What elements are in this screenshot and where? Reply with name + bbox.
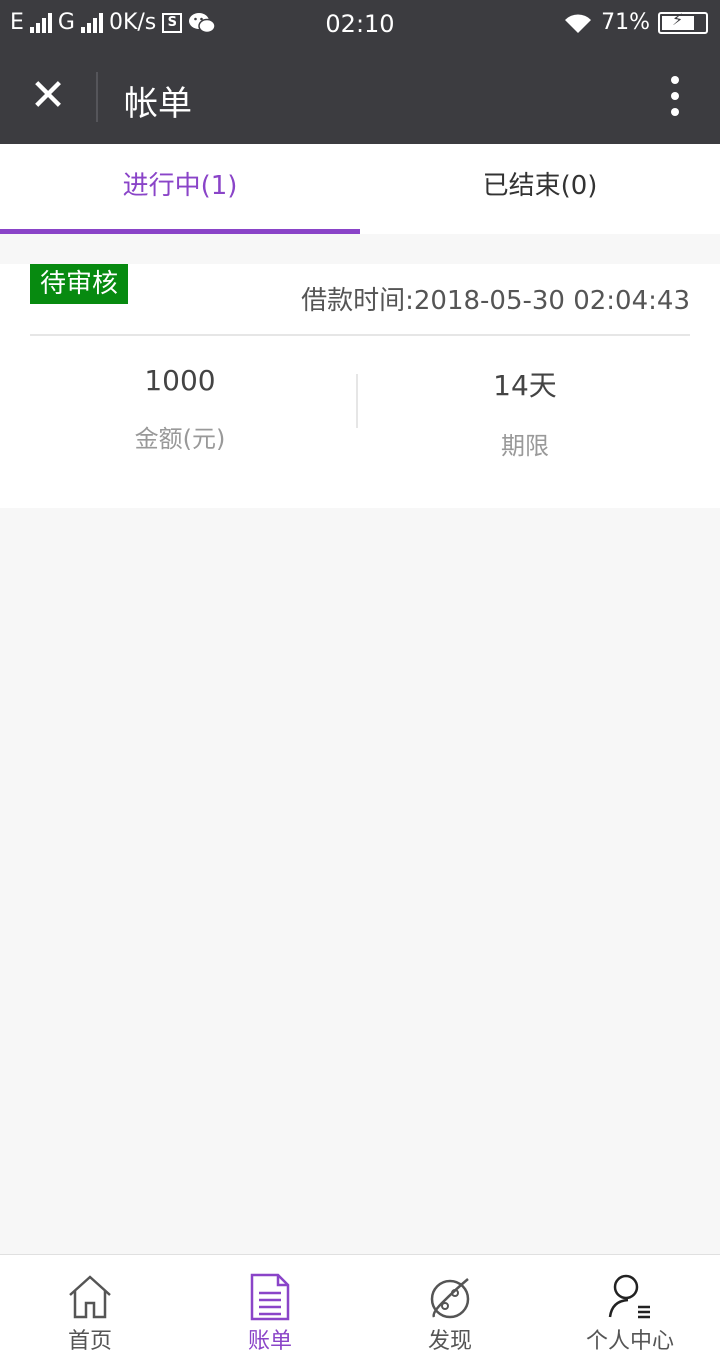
- tabbar-label: 账单: [247, 1329, 292, 1354]
- tab-in-progress[interactable]: 进行中(1): [0, 144, 360, 234]
- title-bar: ✕ 帐单: [0, 50, 720, 144]
- status-badge: 待审核: [30, 264, 129, 304]
- battery-percent: 71%: [601, 10, 650, 35]
- tabbar-item-bill[interactable]: 账单: [180, 1255, 360, 1356]
- bill-card[interactable]: 待审核 借款时间:2018-05-30 02:04:43 1000 金额(元) …: [0, 264, 720, 508]
- bill-icon: [250, 1273, 290, 1321]
- bottom-tab-bar: 首页 账单 发现 个人中心: [0, 1254, 720, 1356]
- user-icon: [608, 1274, 650, 1319]
- status-right: 71%: [563, 10, 708, 35]
- title-divider: [96, 72, 98, 122]
- planet-icon: [430, 1278, 470, 1319]
- status-bar: E G 0K/s S 02:10 71%: [0, 0, 720, 50]
- tabbar-item-profile[interactable]: 个人中心: [540, 1255, 720, 1356]
- bill-tabs: 进行中(1) 已结束(0): [0, 144, 720, 234]
- amount-label: 金额(元): [134, 425, 226, 453]
- tabbar-label: 个人中心: [585, 1329, 674, 1354]
- amount-value: 1000: [144, 364, 216, 397]
- term-stat: 14天 期限: [360, 364, 690, 461]
- tabbar-item-home[interactable]: 首页: [0, 1255, 180, 1356]
- battery-icon: [658, 10, 708, 34]
- amount-stat: 1000 金额(元): [15, 364, 345, 454]
- close-icon[interactable]: ✕: [28, 74, 68, 118]
- more-vertical-icon[interactable]: [670, 76, 680, 116]
- card-divider: [30, 334, 690, 336]
- loan-time: 借款时间:2018-05-30 02:04:43: [301, 286, 690, 316]
- stat-separator: [356, 374, 358, 428]
- home-icon: [69, 1275, 111, 1319]
- tabbar-item-discover[interactable]: 发现: [360, 1255, 540, 1356]
- term-value: 14天: [493, 369, 557, 402]
- page-title: 帐单: [124, 84, 192, 124]
- term-label: 期限: [501, 432, 549, 460]
- tab-finished[interactable]: 已结束(0): [360, 144, 720, 234]
- wifi-icon: [565, 13, 592, 33]
- tabbar-label: 发现: [427, 1329, 472, 1354]
- tabbar-label: 首页: [67, 1329, 112, 1354]
